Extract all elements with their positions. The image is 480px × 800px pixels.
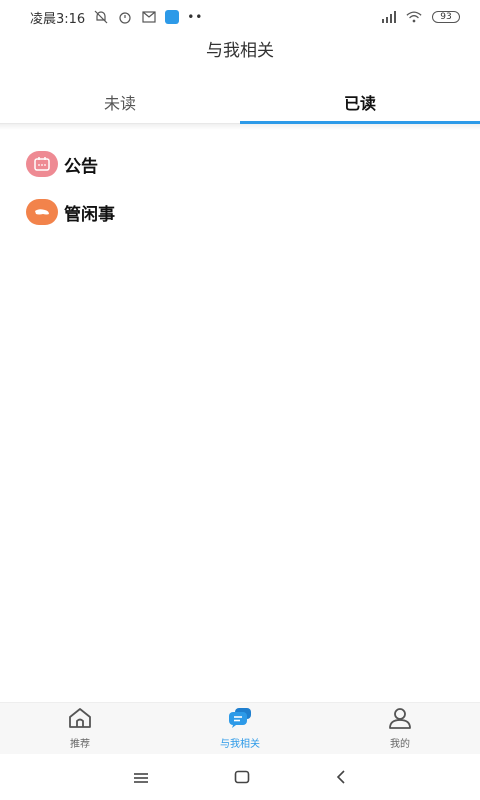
list-item-notice[interactable]: 公告 <box>0 140 480 188</box>
mail-icon <box>141 9 157 25</box>
home-icon <box>67 707 93 733</box>
tab-shadow-divider <box>0 124 480 130</box>
nav-item-recommend[interactable]: 推荐 <box>0 703 160 754</box>
alarm-icon <box>117 9 133 25</box>
more-dots-icon: •• <box>187 10 204 24</box>
wifi-icon <box>406 9 422 25</box>
bottom-nav: 推荐 与我相关 我的 <box>0 702 480 754</box>
notice-icon <box>26 151 58 177</box>
nav-label: 与我相关 <box>220 739 260 750</box>
home-button-icon[interactable] <box>234 769 250 788</box>
status-left: 凌晨3:16 •• <box>30 8 203 27</box>
nav-label: 我的 <box>390 739 410 750</box>
hand-icon <box>26 199 58 225</box>
list-item-meddle[interactable]: 管闲事 <box>0 188 480 236</box>
tab-unread[interactable]: 未读 <box>0 80 240 123</box>
status-bar: 凌晨3:16 •• 93 <box>0 0 480 34</box>
battery-icon: 93 <box>432 11 460 23</box>
list-item-label: 管闲事 <box>64 204 115 225</box>
back-icon[interactable] <box>335 769 347 788</box>
hd-signal-icon <box>380 9 396 25</box>
category-list: 公告 管闲事 <box>0 140 480 236</box>
nav-label: 推荐 <box>70 739 90 750</box>
bell-off-icon <box>93 9 109 25</box>
system-nav-bar <box>0 756 480 800</box>
page-title: 与我相关 <box>206 41 274 61</box>
nav-item-mine[interactable]: 我的 <box>320 703 480 754</box>
user-icon <box>387 707 413 733</box>
chat-bubble-icon <box>227 707 253 733</box>
tab-read[interactable]: 已读 <box>240 80 480 124</box>
app-icon <box>165 10 180 24</box>
tab-bar: 未读 已读 <box>0 80 480 124</box>
menu-icon[interactable] <box>133 769 149 788</box>
list-item-label: 公告 <box>64 156 98 177</box>
nav-item-related[interactable]: 与我相关 <box>160 703 320 754</box>
screen: 凌晨3:16 •• 93 与我相关 未读 已读 公告 管闲事 推荐 与我相关 我… <box>0 0 480 800</box>
status-right: 93 <box>380 9 460 25</box>
status-time: 凌晨3:16 <box>30 11 86 27</box>
